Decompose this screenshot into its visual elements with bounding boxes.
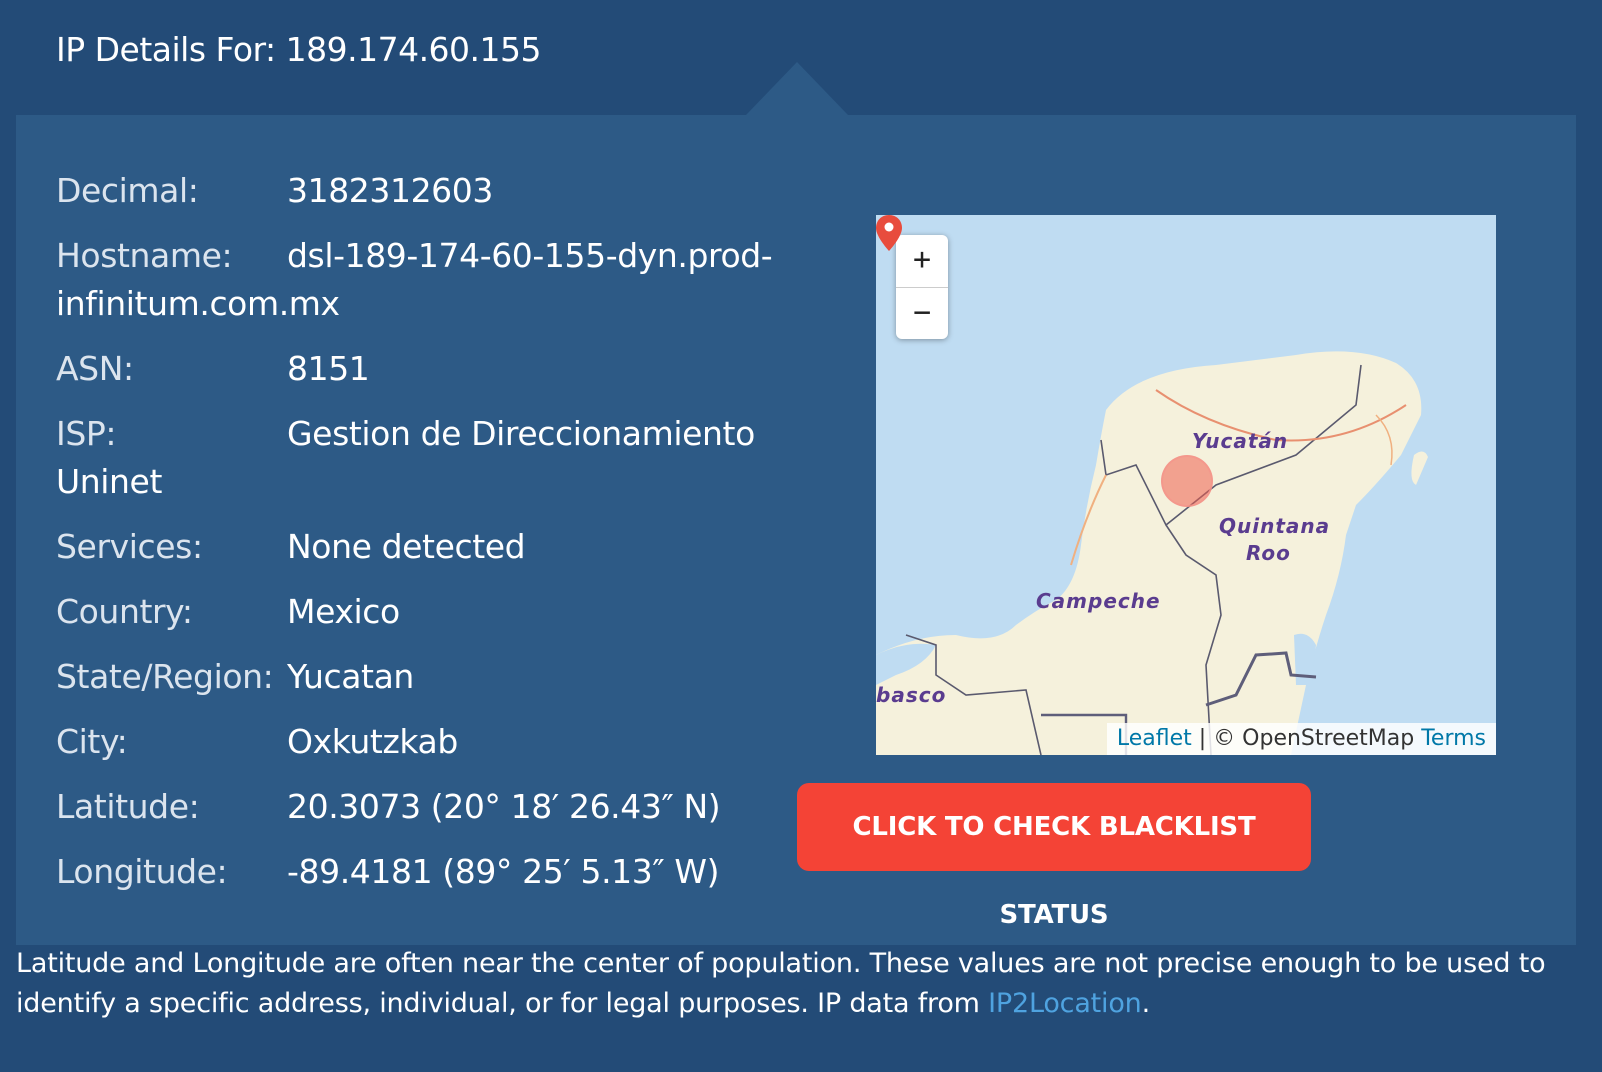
map-label-tabasco: basco (876, 683, 947, 707)
detail-value: Yucatan (287, 657, 414, 696)
detail-value: -89.4181 (89° 25′ 5.13″ W) (287, 852, 720, 891)
detail-row-hostname: Hostname: dsl-189-174-60-155-dyn.prod-inf… (56, 232, 776, 328)
map-pin-icon[interactable] (876, 215, 902, 251)
map-label-campeche: Campeche (1036, 589, 1161, 613)
attribution-separator: | (1191, 726, 1214, 751)
osm-credit: © OpenStreetMap (1213, 726, 1422, 751)
page-title: IP Details For: 189.174.60.155 (56, 30, 542, 69)
detail-label: Hostname: (56, 236, 233, 275)
detail-label: Longitude: (56, 852, 228, 891)
map-label-roo: Roo (1246, 541, 1291, 565)
map-label-yucatan: Yucatán (1192, 429, 1289, 453)
zoom-in-button[interactable]: + (896, 235, 948, 288)
detail-label: ASN: (56, 349, 134, 388)
detail-label: State/Region: (56, 657, 274, 696)
detail-label: Decimal: (56, 171, 199, 210)
map-attribution: Leaflet | © OpenStreetMap Terms (1106, 723, 1496, 755)
zoom-controls: + − (896, 235, 948, 339)
detail-value: 3182312603 (287, 171, 493, 210)
details-list: Decimal: 3182312603 Hostname: dsl-189-174-… (56, 167, 776, 913)
location-circle (1161, 455, 1213, 507)
detail-row-longitude: Longitude: -89.4181 (89° 25′ 5.13″ W) (56, 848, 776, 896)
detail-label: Services: (56, 527, 203, 566)
detail-row-state: State/Region: Yucatan (56, 653, 776, 701)
location-map[interactable]: + − Yucatán Quintana Roo Campeche basco … (876, 215, 1496, 755)
detail-row-decimal: Decimal: 3182312603 (56, 167, 776, 215)
detail-value: Oxkutzkab (287, 722, 458, 761)
detail-value: None detected (287, 527, 526, 566)
detail-row-city: City: Oxkutzkab (56, 718, 776, 766)
detail-row-country: Country: Mexico (56, 588, 776, 636)
detail-label: ISP: (56, 414, 117, 453)
ip-details-panel: Decimal: 3182312603 Hostname: dsl-189-174-… (16, 115, 1576, 945)
terms-link[interactable]: Terms (1421, 726, 1486, 751)
leaflet-link[interactable]: Leaflet (1117, 726, 1192, 751)
detail-row-services: Services: None detected (56, 523, 776, 571)
location-disclaimer: Latitude and Longitude are often near th… (16, 944, 1576, 1024)
detail-label: Latitude: (56, 787, 200, 826)
detail-row-isp: ISP: Gestion de Direccionamiento Uninet (56, 410, 776, 506)
detail-value: 20.3073 (20° 18′ 26.43″ N) (287, 787, 721, 826)
detail-label: City: (56, 722, 128, 761)
detail-value: 8151 (287, 349, 370, 388)
detail-row-latitude: Latitude: 20.3073 (20° 18′ 26.43″ N) (56, 783, 776, 831)
panel-notch (746, 62, 848, 115)
detail-label: Country: (56, 592, 193, 631)
map-label-quintana: Quintana (1219, 514, 1331, 538)
disclaimer-end: . (1141, 988, 1151, 1019)
disclaimer-text: Latitude and Longitude are often near th… (16, 948, 1546, 1019)
check-blacklist-button[interactable]: CLICK TO CHECK BLACKLIST STATUS (797, 783, 1311, 930)
detail-value: Mexico (287, 592, 400, 631)
ip2location-link[interactable]: IP2Location (988, 988, 1142, 1019)
detail-row-asn: ASN: 8151 (56, 345, 776, 393)
zoom-out-button[interactable]: − (896, 288, 948, 340)
